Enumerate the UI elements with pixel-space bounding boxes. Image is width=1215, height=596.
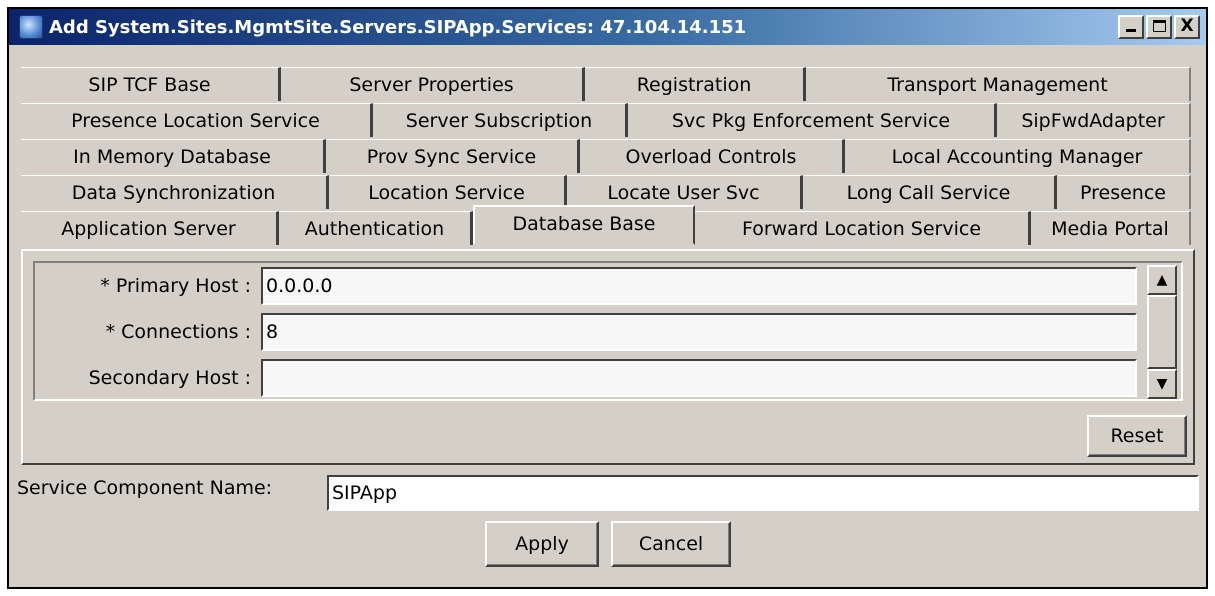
service-component-name-input[interactable]	[327, 475, 1199, 511]
tab-authentication[interactable]: Authentication	[279, 211, 473, 245]
tab-row-5: Application Server Authentication Databa…	[21, 205, 1191, 245]
reset-button[interactable]: Reset	[1087, 415, 1187, 457]
tab-registration[interactable]: Registration	[585, 67, 806, 101]
tab-overload-controls[interactable]: Overload Controls	[580, 139, 845, 173]
tab-server-subscription[interactable]: Server Subscription	[373, 103, 628, 137]
apply-button[interactable]: Apply	[485, 521, 599, 567]
maximize-icon	[1153, 20, 1166, 32]
tab-row-4: Data Synchronization Location Service Lo…	[21, 175, 1191, 209]
service-component-name-label: Service Component Name:	[17, 477, 273, 499]
tab-application-server[interactable]: Application Server	[21, 211, 279, 245]
scroll-down-button[interactable]: ▼	[1147, 369, 1177, 399]
maximize-button[interactable]	[1146, 15, 1172, 39]
arrow-down-icon: ▼	[1156, 376, 1168, 392]
tab-locate-user-svc[interactable]: Locate User Svc	[567, 175, 803, 209]
tab-svc-pkg-enforcement-service[interactable]: Svc Pkg Enforcement Service	[628, 103, 997, 137]
connections-label: * Connections :	[105, 321, 251, 343]
secondary-host-row: Secondary Host :	[35, 359, 1137, 397]
tab-sipfwdadapter[interactable]: SipFwdAdapter	[997, 103, 1191, 137]
tab-server-properties[interactable]: Server Properties	[281, 67, 585, 101]
app-icon	[19, 15, 43, 39]
tab-media-portal[interactable]: Media Portal	[1031, 211, 1191, 245]
tab-presence-location-service[interactable]: Presence Location Service	[21, 103, 373, 137]
minimize-icon	[1126, 29, 1136, 32]
form-scroll-area: * Primary Host : * Connections : Seconda…	[33, 261, 1183, 401]
primary-host-row: * Primary Host :	[35, 267, 1137, 305]
primary-host-input[interactable]	[261, 267, 1137, 305]
tab-data-synchronization[interactable]: Data Synchronization	[21, 175, 329, 209]
tab-database-base[interactable]: Database Base	[473, 205, 695, 245]
close-button[interactable]: X	[1174, 15, 1200, 39]
tab-presence[interactable]: Presence	[1057, 175, 1191, 209]
minimize-button[interactable]	[1118, 15, 1144, 39]
secondary-host-input[interactable]	[261, 359, 1137, 397]
tab-row-2: Presence Location Service Server Subscri…	[21, 103, 1191, 137]
tab-row-1: SIP TCF Base Server Properties Registrat…	[21, 67, 1191, 101]
tab-in-memory-database[interactable]: In Memory Database	[21, 139, 326, 173]
tab-sip-tcf-base[interactable]: SIP TCF Base	[21, 67, 281, 101]
connections-input[interactable]	[261, 313, 1137, 351]
primary-host-label: * Primary Host :	[100, 275, 251, 297]
scroll-thumb[interactable]	[1147, 295, 1177, 369]
scroll-up-button[interactable]: ▲	[1147, 265, 1177, 295]
add-service-dialog: Add System.Sites.MgmtSite.Servers.SIPApp…	[7, 7, 1208, 589]
tab-row-3: In Memory Database Prov Sync Service Ove…	[21, 139, 1191, 173]
window-controls: X	[1118, 15, 1200, 39]
tab-forward-location-service[interactable]: Forward Location Service	[695, 211, 1031, 245]
close-icon: X	[1180, 16, 1194, 36]
tab-content-panel: * Primary Host : * Connections : Seconda…	[21, 249, 1195, 465]
connections-row: * Connections :	[35, 313, 1137, 351]
tab-local-accounting-manager[interactable]: Local Accounting Manager	[845, 139, 1191, 173]
window-title: Add System.Sites.MgmtSite.Servers.SIPApp…	[49, 16, 747, 38]
tab-prov-sync-service[interactable]: Prov Sync Service	[326, 139, 580, 173]
title-bar[interactable]: Add System.Sites.MgmtSite.Servers.SIPApp…	[9, 9, 1206, 45]
cancel-button[interactable]: Cancel	[611, 521, 731, 567]
vertical-scrollbar[interactable]: ▲ ▼	[1147, 265, 1177, 399]
tab-location-service[interactable]: Location Service	[329, 175, 567, 209]
tab-long-call-service[interactable]: Long Call Service	[803, 175, 1057, 209]
arrow-up-icon: ▲	[1156, 272, 1168, 288]
tab-transport-management[interactable]: Transport Management	[806, 67, 1191, 101]
secondary-host-label: Secondary Host :	[88, 367, 251, 389]
